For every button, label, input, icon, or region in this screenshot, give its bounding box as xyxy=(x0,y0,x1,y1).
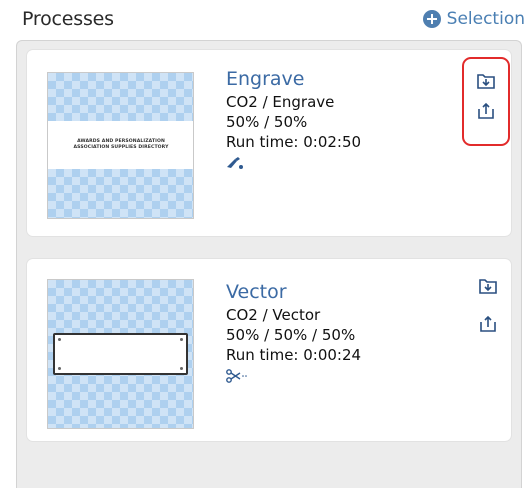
process-run-time: Run time: 0:02:50 xyxy=(226,133,362,151)
import-folder-icon[interactable] xyxy=(478,277,498,295)
process-run-time: Run time: 0:00:24 xyxy=(226,346,362,364)
process-actions xyxy=(469,275,507,333)
process-values: 50% / 50% / 50% xyxy=(226,326,356,344)
process-settings: CO2 / Engrave xyxy=(226,93,335,111)
scissors-cut-icon xyxy=(226,369,361,387)
vector-plate-outline xyxy=(53,333,188,375)
plate-hole xyxy=(180,367,183,370)
plate-hole xyxy=(58,338,61,341)
engrave-thumbnail: AWARDS AND PERSONALIZATION ASSOCIATION S… xyxy=(47,72,194,219)
import-folder-icon[interactable] xyxy=(476,72,496,90)
processes-header: Processes Selection xyxy=(0,0,531,40)
process-values: 50% / 50% xyxy=(226,113,308,131)
process-card-vector[interactable]: Vector CO2 / Vector 50% / 50% / 50% Run … xyxy=(27,259,511,441)
process-info: Engrave CO2 / Engrave 50% / 50% Run time… xyxy=(226,68,361,174)
plate-hole xyxy=(180,338,183,341)
export-tray-icon[interactable] xyxy=(476,102,496,120)
process-name[interactable]: Vector xyxy=(226,281,361,303)
process-list: AWARDS AND PERSONALIZATION ASSOCIATION S… xyxy=(16,40,522,488)
export-tray-icon[interactable] xyxy=(478,315,498,333)
plate-hole xyxy=(58,367,61,370)
panel-title: Processes xyxy=(22,8,114,30)
process-settings: CO2 / Vector xyxy=(226,306,321,324)
artwork-preview: AWARDS AND PERSONALIZATION ASSOCIATION S… xyxy=(48,121,193,169)
engrave-brush-icon xyxy=(226,156,361,174)
process-actions-highlighted xyxy=(462,57,510,146)
process-info: Vector CO2 / Vector 50% / 50% / 50% Run … xyxy=(226,281,361,387)
add-selection-button[interactable]: Selection xyxy=(422,9,525,29)
artwork-text-line: ASSOCIATION SUPPLIES DIRECTORY xyxy=(73,145,169,150)
selection-label: Selection xyxy=(446,9,525,29)
plus-circle-icon xyxy=(422,10,441,28)
vector-thumbnail xyxy=(47,279,194,429)
artwork-text-line: AWARDS AND PERSONALIZATION xyxy=(77,139,165,144)
process-name[interactable]: Engrave xyxy=(226,68,361,90)
process-card-engrave[interactable]: AWARDS AND PERSONALIZATION ASSOCIATION S… xyxy=(27,50,511,236)
